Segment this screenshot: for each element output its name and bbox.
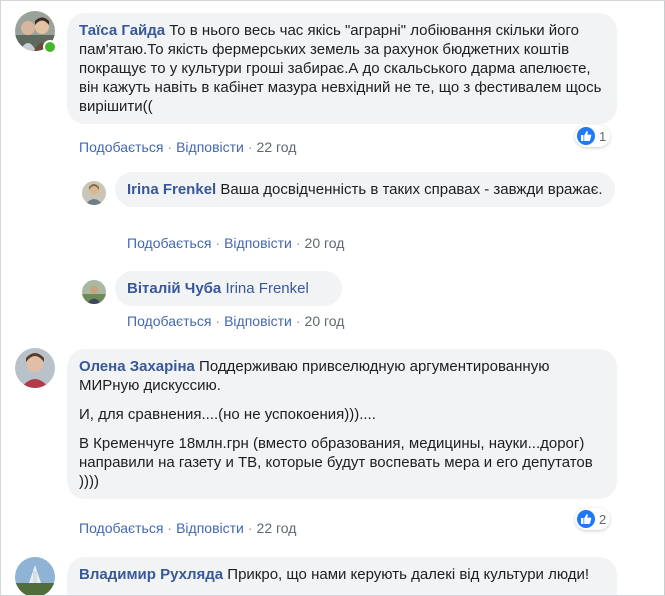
like-link[interactable]: Подобається	[79, 520, 163, 536]
avatar[interactable]	[82, 181, 106, 205]
comment-text: И, для сравнения....(но не успокоения)))…	[79, 406, 376, 423]
comment-bubble: Віталій Чуба Irina Frenkel	[115, 271, 342, 306]
comment-actions: Подобається · Відповісти · 22 год	[79, 520, 297, 536]
reply-link[interactable]: Відповісти	[224, 235, 292, 251]
reaction-count-value: 2	[599, 511, 607, 527]
comments-panel: Таїса Гайда То в нього весь час якісь "а…	[0, 0, 665, 596]
thumbs-up-icon	[577, 510, 595, 528]
comment-author[interactable]: Олена Захаріна	[79, 358, 195, 375]
comment-text: В Кременчуге 18млн.грн (вместо образован…	[79, 435, 593, 490]
online-dot-icon	[43, 40, 57, 54]
reaction-count[interactable]: 1	[575, 125, 611, 147]
timestamp[interactable]: 22 год	[257, 139, 297, 155]
reply-link[interactable]: Відповісти	[224, 313, 292, 329]
comment-author[interactable]: Віталій Чуба	[127, 280, 221, 297]
avatar[interactable]	[82, 280, 106, 304]
comment-bubble: Владимир Рухляда Прикро, що нами керують…	[67, 557, 617, 595]
comment-author[interactable]: Irina Frenkel	[127, 181, 216, 198]
reaction-count[interactable]: 2	[575, 508, 611, 530]
avatar[interactable]	[15, 557, 55, 595]
timestamp[interactable]: 22 год	[257, 520, 297, 536]
comment-bubble: Олена Захаріна Поддерживаю привселюдную …	[67, 349, 617, 499]
comment-actions: Подобається · Відповісти · 22 год	[79, 139, 297, 155]
comment-author[interactable]: Владимир Рухляда	[79, 566, 223, 583]
comment-actions: Подобається · Відповісти · 20 год	[127, 313, 345, 329]
reply-link[interactable]: Відповісти	[176, 139, 244, 155]
avatar[interactable]	[15, 348, 55, 388]
comment-bubble: Irina Frenkel Ваша досвідченність в таки…	[115, 172, 615, 207]
comment-actions: Подобається · Відповісти · 20 год	[127, 235, 345, 251]
mention-link[interactable]: Irina Frenkel	[225, 280, 308, 297]
comment-text: Прикро, що нами керують далекі від культ…	[227, 566, 590, 583]
like-link[interactable]: Подобається	[127, 235, 211, 251]
like-link[interactable]: Подобається	[79, 139, 163, 155]
timestamp[interactable]: 20 год	[305, 313, 345, 329]
reply-link[interactable]: Відповісти	[176, 520, 244, 536]
reaction-count-value: 1	[599, 128, 607, 144]
comment-text: Ваша досвідченність в таких справах - за…	[220, 181, 603, 198]
comment-author[interactable]: Таїса Гайда	[79, 22, 165, 39]
like-link[interactable]: Подобається	[127, 313, 211, 329]
thumbs-up-icon	[577, 127, 595, 145]
comment-bubble: Таїса Гайда То в нього весь час якісь "а…	[67, 13, 617, 124]
timestamp[interactable]: 20 год	[305, 235, 345, 251]
